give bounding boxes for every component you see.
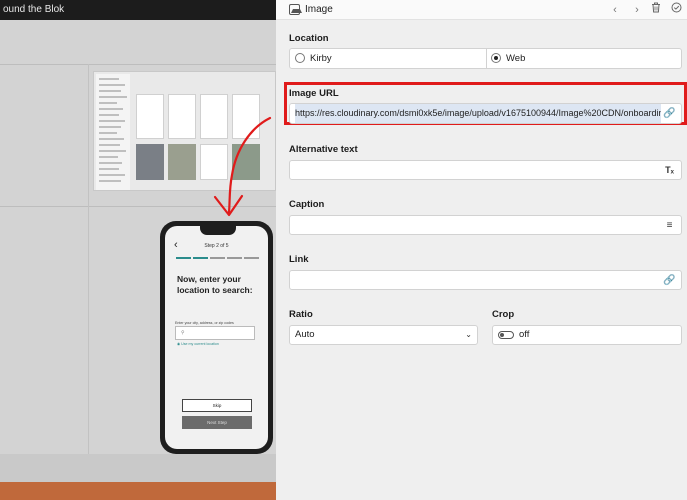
panel-header: Image ‹ › (276, 0, 687, 20)
location-toggle: Kirby Web (289, 48, 682, 69)
location-option-label: Kirby (310, 53, 332, 64)
ratio-select[interactable]: Auto ⌄ (289, 325, 478, 345)
link-icon[interactable]: 🔗 (662, 106, 677, 121)
radio-web[interactable] (491, 53, 501, 63)
progress-segment (210, 257, 225, 259)
phone-screen: ‹ Step 2 of 5 Now, enter your location t… (165, 226, 268, 449)
caption-label: Caption (289, 199, 325, 210)
progress-segment (227, 257, 242, 259)
chevron-right-icon[interactable]: › (629, 2, 645, 18)
trash-icon[interactable] (648, 2, 664, 18)
image-icon (289, 4, 302, 15)
location-option-web[interactable]: Web (491, 49, 679, 68)
current-location-label: Use my current location (181, 342, 219, 346)
link-input[interactable]: 🔗 (289, 270, 682, 290)
crop-toggle[interactable]: off (492, 325, 682, 345)
link-icon[interactable]: 🔗 (662, 273, 677, 288)
divider (486, 49, 487, 68)
skip-button: Skip (182, 399, 252, 412)
current-location-link: ◉ Use my current location (177, 342, 219, 346)
check-circle-icon[interactable] (668, 2, 684, 18)
progress-segment (244, 257, 259, 259)
canvas-bottom (0, 454, 276, 482)
chevron-down-icon: ⌄ (465, 330, 472, 339)
image-url-input[interactable]: https://res.cloudinary.com/dsmi0xk5e/ima… (289, 103, 682, 124)
radio-kirby[interactable] (295, 53, 305, 63)
crop-value: off (519, 329, 530, 340)
text-format-icon[interactable]: Tₓ (662, 163, 677, 178)
toggle-switch-icon[interactable] (498, 331, 514, 339)
location-label: Location (289, 33, 329, 44)
ratio-value: Auto (295, 329, 315, 340)
chevron-left-icon[interactable]: ‹ (607, 2, 623, 18)
location-option-label: Web (506, 53, 526, 64)
crop-label: Crop (492, 309, 515, 320)
location-option-kirby[interactable]: Kirby (295, 49, 485, 68)
next-step-button: Next Step (182, 416, 252, 429)
annotation-arrow (213, 116, 272, 217)
panel-title: Image (305, 4, 333, 15)
orange-strip (0, 482, 276, 500)
step-indicator: Step 2 of 5 (204, 243, 229, 249)
alt-text-input[interactable]: Tₓ (289, 160, 682, 180)
alt-text-label: Alternative text (289, 144, 358, 155)
caption-input[interactable]: ≡ (289, 215, 682, 235)
ratio-label: Ratio (289, 309, 313, 320)
link-label: Link (289, 254, 309, 265)
location-search-input: ⚲ (175, 326, 255, 340)
search-icon: ⚲ (181, 330, 185, 336)
screen-heading: Now, enter your location to search: (177, 274, 253, 295)
align-lines-icon[interactable]: ≡ (662, 218, 677, 233)
image-url-value[interactable]: https://res.cloudinary.com/dsmi0xk5e/ima… (295, 104, 661, 123)
image-settings-panel: Image ‹ › Location Kirby Web Image URL h… (276, 0, 687, 500)
image-url-label: Image URL (289, 88, 339, 99)
progress-segment (193, 257, 208, 259)
phone-mockup[interactable]: ‹ Step 2 of 5 Now, enter your location t… (160, 221, 273, 454)
progress-segment (176, 257, 191, 259)
search-label: Enter your city, address, or zip codes (175, 321, 234, 325)
